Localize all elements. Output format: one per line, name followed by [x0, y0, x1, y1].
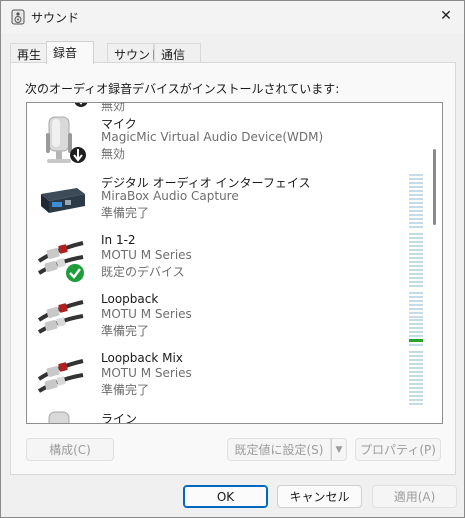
cancel-button[interactable]: キャンセル [277, 485, 362, 508]
tab-sounds[interactable]: サウンド [107, 43, 162, 63]
microphone-icon [46, 116, 86, 163]
close-icon[interactable]: ✕ [434, 5, 458, 27]
level-meter [409, 174, 423, 228]
title-bar[interactable]: サウンド ✕ [1, 1, 464, 33]
device-name: In 1-2 [101, 233, 136, 247]
device-description: MOTU M Series [101, 366, 192, 380]
level-meter [409, 233, 423, 287]
device-list[interactable]: 無効 マイク MagicMic Virtual Audio Device(WDM… [26, 102, 443, 424]
apply-button[interactable]: 適用(A) [372, 485, 457, 508]
device-description: MOTU M Series [101, 248, 192, 262]
list-scrollbar[interactable] [433, 149, 436, 225]
rca-cable-icon [37, 300, 84, 334]
window-title: サウンド [31, 11, 80, 25]
device-name: Loopback [101, 292, 159, 306]
device-list-item[interactable]: マイク MagicMic Virtual Audio Device(WDM) 無… [27, 111, 427, 169]
sound-dialog: サウンド ✕ 再生 録音 サウンド 通信 次のオーディオ録音デバイスがインストー… [0, 0, 465, 518]
microphone-icon [74, 103, 88, 107]
device-name: Loopback Mix [101, 351, 183, 365]
device-description: MiraBox Audio Capture [101, 189, 239, 203]
dialog-footer: OK キャンセル 適用(A) [1, 481, 464, 517]
speaker-app-icon [11, 9, 25, 25]
capture-device-icon [41, 188, 85, 213]
device-status: 準備完了 [101, 383, 150, 397]
device-list-item[interactable]: In 1-2 MOTU M Series 既定のデバイス [27, 229, 427, 287]
rca-cable-icon [37, 241, 84, 282]
device-list-item[interactable]: ライン [27, 406, 427, 424]
device-status: 既定のデバイス [101, 265, 185, 279]
devices-installed-label: 次のオーディオ録音デバイスがインストールされています: [25, 82, 340, 96]
device-list-item[interactable]: デジタル オーディオ インターフェイス MiraBox Audio Captur… [27, 170, 427, 228]
microphone-icon [48, 411, 70, 423]
device-name: ライン [101, 412, 138, 424]
device-status: 無効 [101, 147, 126, 161]
ok-button[interactable]: OK [183, 485, 268, 508]
configure-button[interactable]: 構成(C) [26, 438, 114, 461]
level-meter [409, 351, 423, 405]
device-list-item[interactable]: Loopback MOTU M Series 準備完了 [27, 288, 427, 346]
tab-recording[interactable]: 録音 [46, 41, 94, 64]
device-description: MOTU M Series [101, 307, 192, 321]
recording-panel: 次のオーディオ録音デバイスがインストールされています: 無効 マイク Magic… [10, 62, 456, 475]
level-meter [409, 292, 423, 346]
device-status: 準備完了 [101, 324, 150, 338]
device-status: 準備完了 [101, 206, 150, 220]
rca-cable-icon [37, 359, 84, 393]
chevron-down-icon[interactable]: ▼ [331, 438, 347, 461]
tab-communications[interactable]: 通信 [154, 43, 201, 63]
set-default-button[interactable]: 既定値に設定(S) [227, 438, 331, 461]
device-description: MagicMic Virtual Audio Device(WDM) [101, 130, 324, 144]
tab-playback[interactable]: 再生 [10, 43, 47, 63]
device-list-item[interactable]: Loopback Mix MOTU M Series 準備完了 [27, 347, 427, 405]
properties-button[interactable]: プロパティ(P) [355, 438, 441, 461]
